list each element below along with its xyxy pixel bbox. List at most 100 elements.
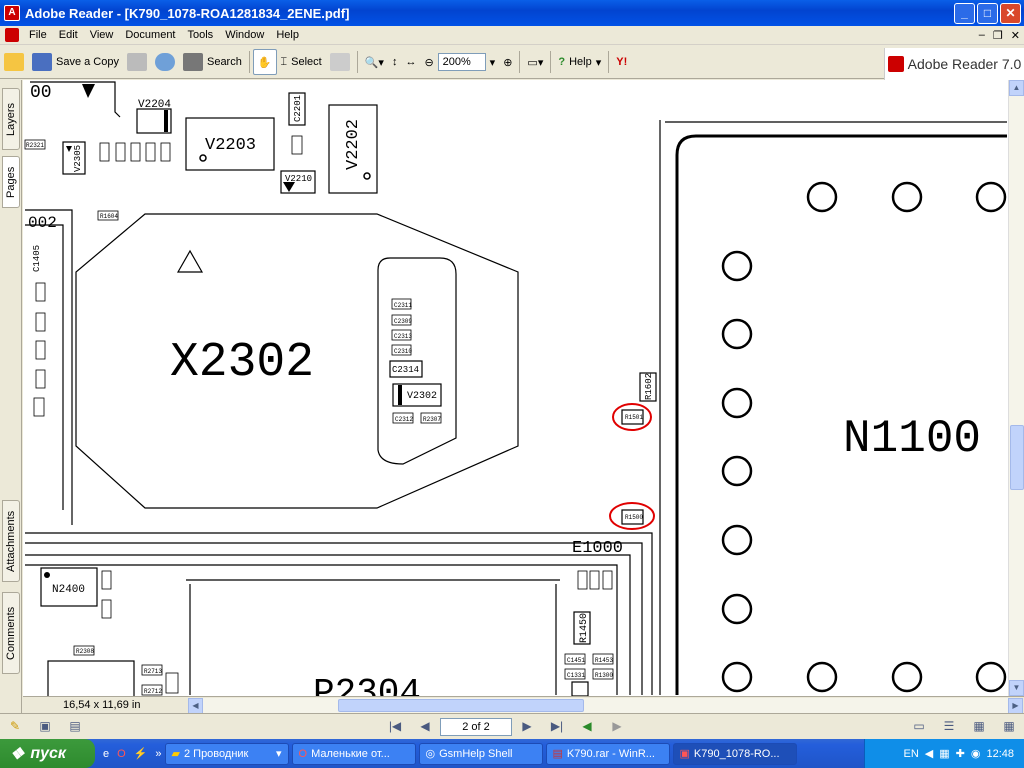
quick-launch-ie-icon[interactable]: e — [103, 748, 109, 760]
previous-page-icon[interactable]: ◀ — [416, 719, 434, 735]
part-c2313: C2313 — [394, 333, 412, 340]
tab-comments[interactable]: Comments — [2, 592, 20, 674]
horizontal-scroll-thumb[interactable] — [338, 699, 584, 712]
panel-icon[interactable]: ▤ — [66, 719, 84, 735]
quick-launch-extra-icon[interactable]: ⚡ — [134, 747, 148, 760]
part-c2310: C2310 — [394, 348, 412, 355]
single-page-icon[interactable]: ▭ — [910, 719, 928, 735]
menu-help[interactable]: Help — [270, 29, 305, 41]
vertical-scrollbar[interactable]: ▲ ▼ — [1008, 80, 1024, 696]
print-icon[interactable] — [126, 53, 147, 71]
taskbar-item-winrar[interactable]: ▤ K790.rar - WinR... — [545, 742, 670, 765]
part-r2713: R2713 — [144, 668, 162, 675]
adobe-reader-brand: Adobe Reader 7.0 — [884, 48, 1024, 80]
next-page-icon[interactable]: ▶ — [518, 719, 536, 735]
go-back-icon[interactable]: ◀ — [578, 719, 596, 735]
brand-label: Adobe Reader 7.0 — [907, 56, 1022, 72]
help-label: Help — [569, 56, 592, 68]
zoom-in-tool-icon[interactable]: 🔍▾ — [365, 56, 384, 69]
minimize-button[interactable]: _ — [954, 3, 975, 24]
scroll-up-icon[interactable]: ▲ — [1009, 80, 1024, 96]
label-c2314: C2314 — [392, 365, 419, 375]
menu-window[interactable]: Window — [219, 29, 270, 41]
comment-icon[interactable]: ✎ — [6, 719, 24, 735]
taskbar-item-explorer[interactable]: ▰ 2 Проводник ▾ — [164, 742, 289, 765]
help-button[interactable]: ? Help ▾ — [554, 49, 605, 75]
search-button[interactable]: Search — [179, 49, 246, 75]
opera-icon: O — [298, 747, 308, 760]
save-copy-button[interactable]: Save a Copy — [28, 49, 123, 75]
vertical-scroll-thumb[interactable] — [1010, 425, 1024, 490]
tab-layers[interactable]: Layers — [2, 88, 20, 150]
page-layout-icon[interactable]: ▭▾ — [527, 56, 543, 69]
last-page-icon[interactable]: ▶| — [548, 719, 566, 735]
label-n1100: N1100 — [843, 413, 981, 465]
help-icon: ? — [558, 56, 566, 68]
clock[interactable]: 12:48 — [986, 748, 1014, 760]
document-icon — [5, 28, 19, 42]
fit-height-icon[interactable]: ↕ — [392, 56, 398, 68]
gsmhelp-icon: ◎ — [425, 748, 436, 760]
volume-icon[interactable]: ◉ — [971, 747, 981, 760]
facing-icon[interactable]: ▦ — [970, 719, 988, 735]
part-r1300: R1300 — [595, 672, 613, 679]
doc-minimize-button[interactable]: – — [979, 29, 985, 42]
part-c2312: C2312 — [395, 416, 413, 423]
view-toggle-icon[interactable]: ▣ — [36, 719, 54, 735]
tab-pages[interactable]: Pages — [2, 156, 20, 208]
help-dropdown-icon: ▾ — [595, 56, 602, 69]
fit-width-icon[interactable]: ↔ — [405, 56, 416, 68]
doc-close-button[interactable]: ✕ — [1011, 29, 1020, 42]
menu-file[interactable]: File — [23, 29, 53, 41]
quick-launch-opera-icon[interactable]: O — [117, 748, 126, 760]
menu-edit[interactable]: Edit — [53, 29, 84, 41]
horizontal-scrollbar[interactable]: ◀ ▶ — [188, 698, 1023, 714]
navigation-tabs: Layers Pages Attachments Comments — [0, 80, 22, 718]
doc-restore-button[interactable]: ❐ — [993, 29, 1003, 42]
zoom-field[interactable]: 200% — [437, 53, 486, 71]
snapshot-icon[interactable] — [329, 53, 350, 71]
document-view[interactable]: 00 V2204 V2203 V2202 C2201 V2210 V2305 0… — [23, 80, 1008, 696]
go-forward-icon[interactable]: ▶ — [608, 719, 626, 735]
label-002: 002 — [28, 214, 57, 232]
select-tool-button[interactable]: ⌶ Select — [277, 49, 326, 75]
quick-launch-more-icon[interactable]: » — [155, 748, 161, 760]
schematic-page: 00 V2204 V2203 V2202 C2201 V2210 V2305 0… — [24, 81, 1007, 696]
taskbar-item-gsmhelp[interactable]: ◎ GsmHelp Shell — [418, 742, 543, 765]
open-folder-icon[interactable] — [4, 53, 24, 71]
scroll-right-icon[interactable]: ▶ — [1008, 698, 1023, 714]
yahoo-button[interactable]: Y! — [612, 49, 631, 75]
tray-arrow-icon[interactable]: ◀ — [925, 747, 933, 760]
label-n2400: N2400 — [52, 584, 85, 596]
maximize-button[interactable]: □ — [977, 3, 998, 24]
save-copy-label: Save a Copy — [56, 56, 119, 68]
zoom-dropdown-icon[interactable]: ▾ — [490, 56, 496, 69]
text-cursor-icon: ⌶ — [280, 55, 288, 68]
menu-tools[interactable]: Tools — [182, 29, 220, 41]
email-icon[interactable] — [154, 53, 175, 71]
page-number-field[interactable]: 2 of 2 — [440, 717, 512, 736]
zoom-out-icon[interactable]: ⊖ — [424, 56, 433, 69]
taskbar-item-opera[interactable]: O Маленькие от... — [291, 742, 416, 765]
continuous-facing-icon[interactable]: ▦ — [1000, 719, 1018, 735]
security-icon[interactable]: ✚ — [956, 747, 965, 760]
menu-view[interactable]: View — [84, 29, 120, 41]
close-button[interactable]: ✕ — [1000, 3, 1021, 24]
language-indicator[interactable]: EN — [903, 748, 918, 760]
binoculars-icon — [182, 53, 203, 71]
start-button[interactable]: ❖ пуск — [0, 739, 95, 768]
menu-document[interactable]: Document — [119, 29, 181, 41]
continuous-icon[interactable]: ☰ — [940, 719, 958, 735]
hand-tool-button[interactable]: ✋ — [252, 49, 277, 75]
tab-attachments[interactable]: Attachments — [2, 500, 20, 582]
taskbar-item-adobe-reader-label: K790_1078-RO... — [693, 747, 780, 760]
part-c2311: C2311 — [394, 302, 412, 309]
scroll-left-icon[interactable]: ◀ — [188, 698, 203, 714]
network-icon[interactable]: ▦ — [939, 747, 949, 760]
zoom-in-icon[interactable]: ⊕ — [503, 56, 512, 69]
first-page-icon[interactable]: |◀ — [386, 719, 404, 735]
scroll-down-icon[interactable]: ▼ — [1009, 680, 1024, 696]
part-c2309: C2309 — [394, 318, 412, 325]
label-v2203: V2203 — [205, 136, 256, 155]
taskbar-item-adobe-reader[interactable]: ▣ K790_1078-RO... — [672, 742, 797, 765]
